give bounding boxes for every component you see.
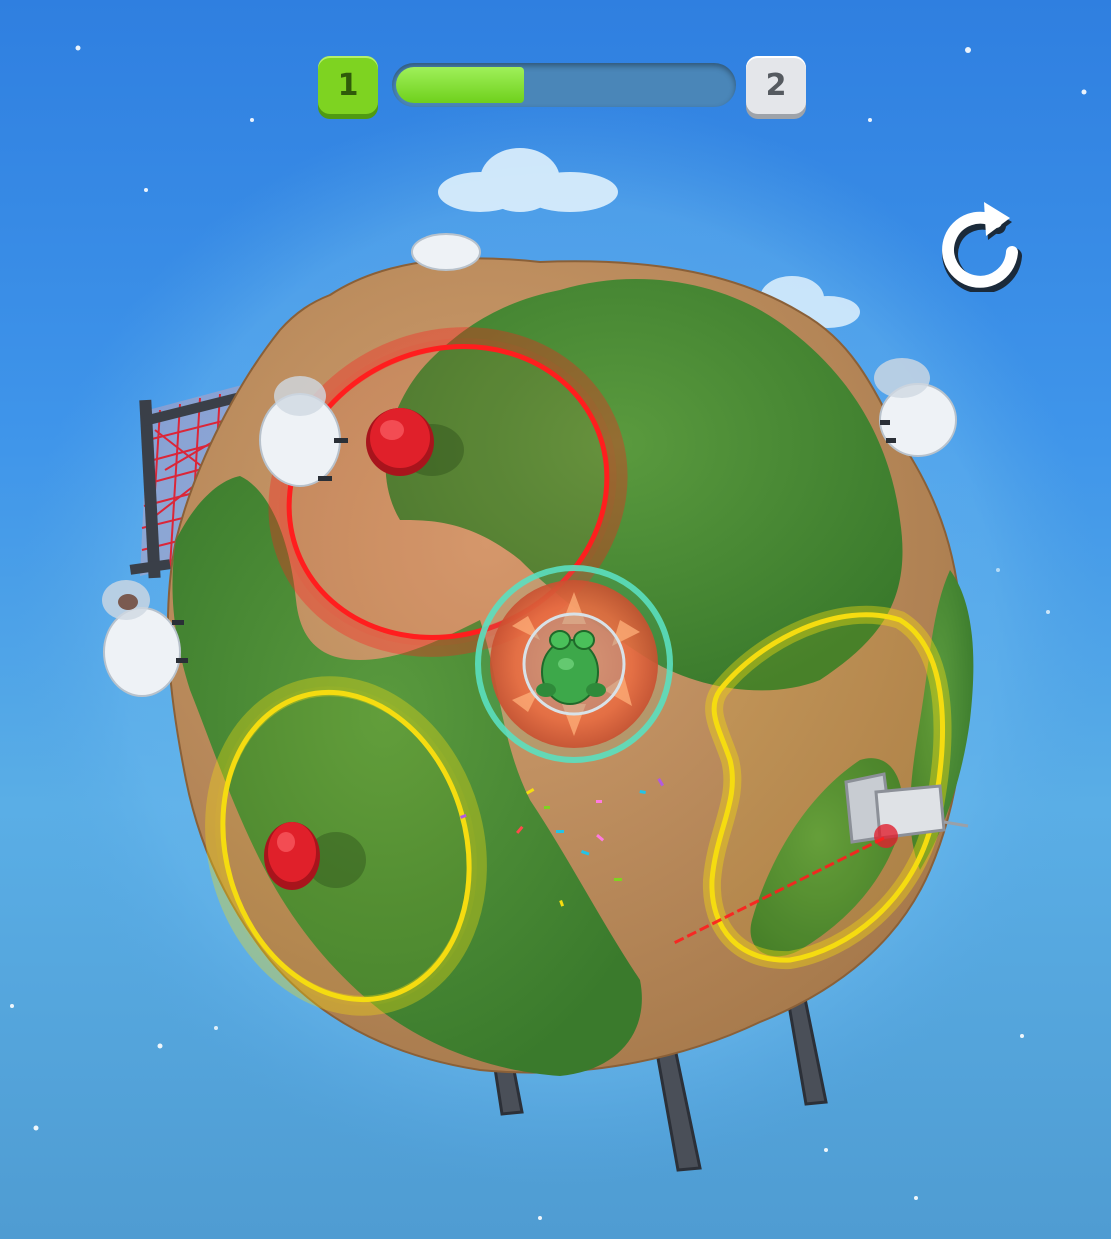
game-screen[interactable]: 1 2 <box>0 0 1111 1239</box>
level-progress-bar <box>392 63 736 107</box>
current-level-badge: 1 <box>318 56 378 114</box>
game-scene[interactable] <box>0 0 1111 1239</box>
restart-button[interactable] <box>940 196 1026 294</box>
sheep <box>411 233 481 271</box>
restart-icon <box>942 202 1022 294</box>
level-progress-fill <box>396 67 524 103</box>
next-level-badge: 2 <box>746 56 806 114</box>
